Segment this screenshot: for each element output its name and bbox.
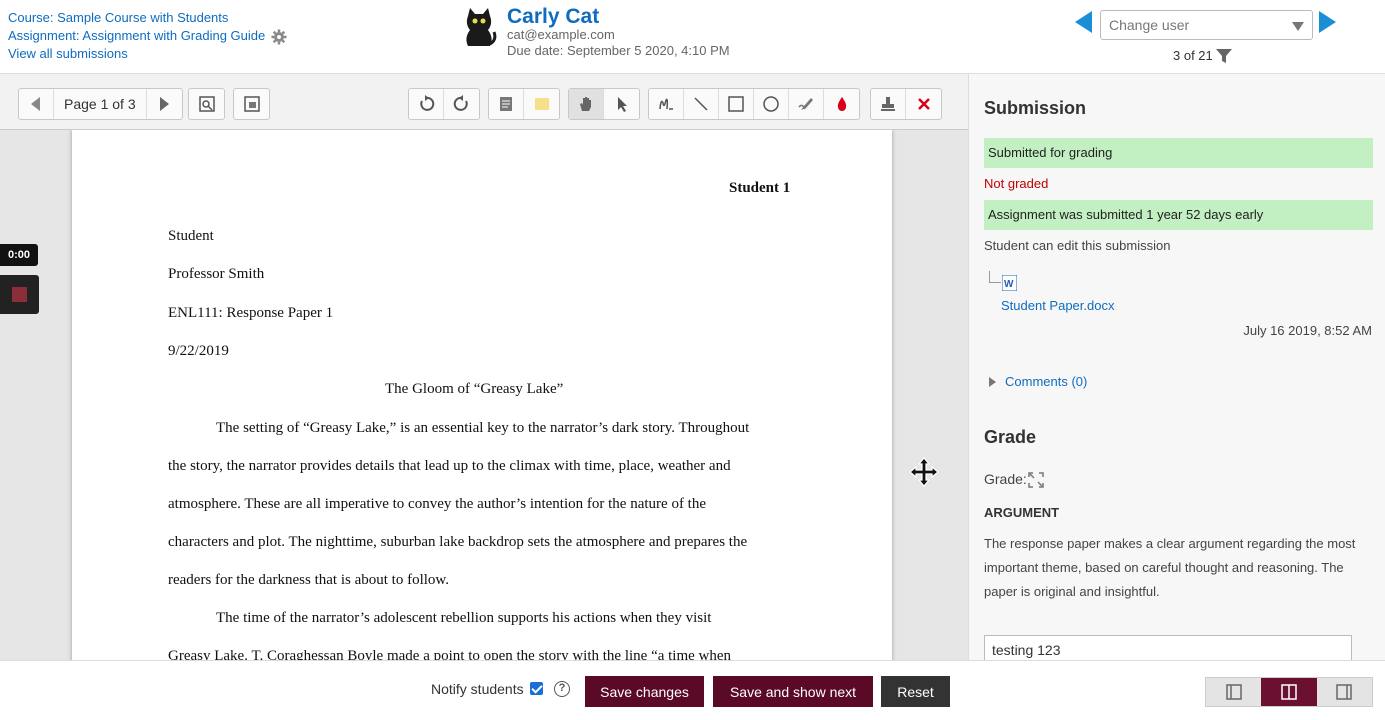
filter-icon[interactable] [1216,49,1232,63]
grader-footer: Notify students ? Save changes Save and … [0,660,1385,720]
select-group [568,88,640,120]
layout-default-icon[interactable] [1261,678,1317,706]
rotate-group [408,88,480,120]
notify-students-checkbox[interactable] [530,682,543,695]
pan-hand-icon[interactable] [569,89,604,119]
user-count: 3 of 21 [1173,48,1213,63]
change-user-placeholder: Change user [1109,17,1190,33]
previous-user-arrow-icon[interactable] [1075,11,1092,33]
user-email: cat@example.com [507,27,615,42]
search-group [188,88,225,120]
stop-icon [12,287,27,302]
annotation-toolbar: Page 1 of 3 [0,74,968,130]
recording-timer: 0:00 [0,244,38,266]
expand-view-icon[interactable] [234,89,269,119]
doc-line: atmosphere. These are all imperative to … [168,496,707,512]
pen-icon[interactable] [649,89,684,119]
page-navigation: Page 1 of 3 [18,88,183,120]
save-and-show-next-button[interactable]: Save and show next [713,676,873,707]
grading-panel: Submission Submitted for grading Not gra… [968,74,1385,660]
grading-status: Not graded [984,176,1049,191]
assignment-link[interactable]: Assignment: Assignment with Grading Guid… [8,28,265,43]
rotate-right-icon[interactable] [444,89,479,119]
comment-group [488,88,560,120]
word-document-icon: W [1002,275,1017,291]
user-name[interactable]: Carly Cat [507,5,599,29]
stamp-group [870,88,942,120]
svg-text:W: W [1004,279,1014,290]
search-comments-icon[interactable] [189,89,224,119]
rectangle-icon[interactable] [719,89,754,119]
avatar [466,8,497,46]
doc-line: The setting of “Greasy Lake,” is an esse… [216,420,750,436]
doc-line: ENL111: Response Paper 1 [168,305,334,321]
grade-heading: Grade [984,427,1037,447]
page-select[interactable]: Page 1 of 3 [54,89,147,119]
drawing-tools [648,88,860,120]
time-status: Assignment was submitted 1 year 52 days … [984,200,1373,230]
highlight-icon[interactable] [789,89,824,119]
doc-line: the story, the narrator provides details… [168,458,731,474]
help-icon[interactable]: ? [554,681,570,697]
expand-icon[interactable] [1028,472,1044,488]
submission-file-link[interactable]: Student Paper.docx [1001,298,1114,313]
doc-line: Professor Smith [168,266,265,282]
due-date: Due date: September 5 2020, 4:10 PM [507,43,730,58]
doc-line: 9/22/2019 [168,343,229,359]
comments-link[interactable]: Comments (0) [1005,374,1087,389]
criterion-description: The response paper makes a clear argumen… [984,536,1356,599]
next-user-arrow-icon[interactable] [1319,11,1336,33]
submission-status: Submitted for grading [984,138,1373,168]
reset-button[interactable]: Reset [881,676,950,707]
doc-line: characters and plot. The nighttime, subu… [168,534,748,550]
criterion-remark-input[interactable] [984,635,1352,660]
change-user-select[interactable]: Change user [1100,10,1313,40]
next-page-icon[interactable] [147,89,182,119]
page-header: Student 1 [729,180,791,196]
doc-line: readers for the darkness that is about t… [168,572,450,588]
gear-icon[interactable] [271,29,287,45]
view-all-submissions-link[interactable]: View all submissions [8,46,128,61]
comment-color-icon[interactable] [524,89,559,119]
annotation-color-icon[interactable] [824,89,859,119]
layout-collapse-review-icon[interactable] [1206,678,1262,706]
layout-collapse-grade-icon[interactable] [1316,678,1372,706]
chevron-right-icon[interactable] [989,377,996,387]
comment-icon[interactable] [489,89,524,119]
doc-title: The Gloom of “Greasy Lake” [385,381,564,397]
course-link[interactable]: Course: Sample Course with Students [8,10,228,25]
submission-heading: Submission [984,98,1087,118]
file-tree-connector [989,271,1001,283]
move-cursor-icon [909,457,939,487]
save-changes-button[interactable]: Save changes [585,676,704,707]
notify-students-label: Notify students [431,681,524,697]
grade-label: Grade: [984,471,1027,487]
doc-line: The time of the narrator’s adolescent re… [216,610,712,626]
edit-status: Student can edit this submission [984,238,1171,253]
select-pointer-icon[interactable] [604,89,639,119]
grader-header: Course: Sample Course with Students Assi… [0,0,1385,74]
layout-toggle [1205,677,1373,707]
previous-page-icon[interactable] [19,89,54,119]
oval-icon[interactable] [754,89,789,119]
criterion-title: ARGUMENT [984,505,1060,520]
line-icon[interactable] [684,89,719,119]
doc-line: Student [168,228,214,244]
chevron-down-icon [1292,22,1304,31]
document-page[interactable]: Student 1 Student Professor Smith ENL111… [72,130,892,670]
stamp-icon[interactable] [871,89,906,119]
rotate-left-icon[interactable] [409,89,444,119]
stop-recording-button[interactable] [0,275,39,314]
delete-annotation-icon[interactable] [906,89,941,119]
file-date: July 16 2019, 8:52 AM [1243,323,1372,338]
expand-group [233,88,270,120]
